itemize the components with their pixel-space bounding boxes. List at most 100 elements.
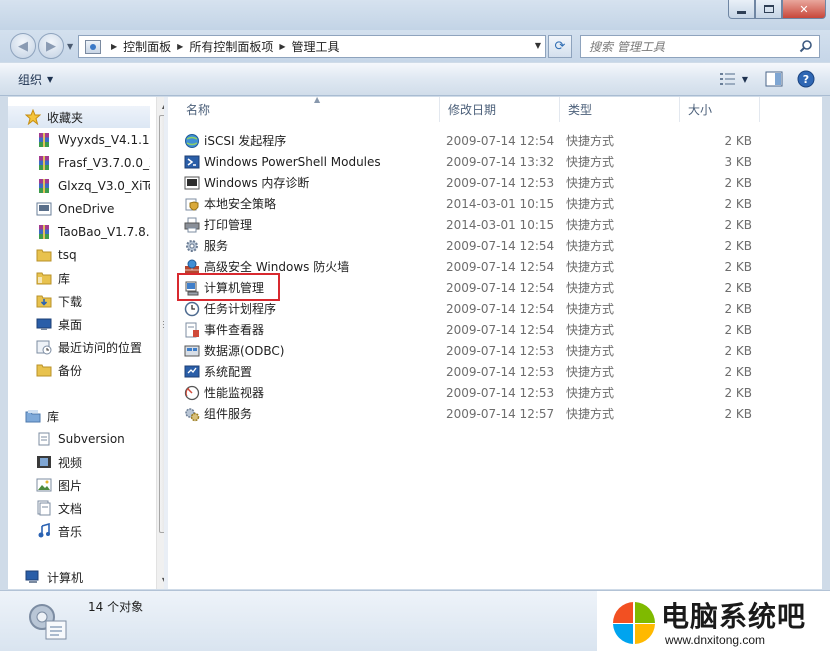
sidebar-item[interactable]: 库	[8, 267, 150, 289]
file-row[interactable]: iSCSI 发起程序 2009-07-14 12:54 快捷方式 2 KB	[178, 130, 768, 151]
file-size: 3 KB	[724, 154, 752, 169]
close-button[interactable]: ✕	[782, 0, 826, 19]
chevron-right-icon[interactable]: ▶	[111, 42, 117, 51]
sidebar-item[interactable]: 下载	[8, 290, 150, 312]
sidebar-item-label: Glxzq_V3.0_XiTo	[58, 179, 150, 193]
details-view-icon	[719, 73, 735, 85]
sidebar-item[interactable]: 音乐	[8, 520, 150, 542]
sidebar-item[interactable]: OneDrive	[8, 198, 150, 220]
file-row[interactable]: 组件服务 2009-07-14 12:57 快捷方式 2 KB	[178, 403, 768, 424]
file-size: 2 KB	[724, 301, 752, 316]
breadcrumb-admin-tools[interactable]: 管理工具	[292, 38, 340, 55]
sidebar-item-label: 收藏夹	[47, 110, 84, 125]
view-options-button[interactable]: ▼	[716, 69, 752, 89]
file-row[interactable]: 打印管理 2014-03-01 10:15 快捷方式 2 KB	[178, 214, 768, 235]
sidebar-item[interactable]: 收藏夹	[8, 106, 150, 128]
sidebar-item[interactable]: Frasf_V3.7.0.0_X	[8, 152, 150, 174]
sidebar-item-label: 桌面	[58, 317, 83, 332]
recent-pages-dropdown-icon[interactable]: ▼	[67, 42, 73, 51]
search-icon[interactable]	[799, 39, 813, 53]
desktop-icon	[36, 316, 52, 332]
nav-scrollbar[interactable]: ▲ ▼	[156, 97, 164, 589]
iscsi-globe-icon	[184, 133, 200, 149]
minimize-button[interactable]	[728, 0, 755, 19]
sidebar-item[interactable]: 计算机	[8, 566, 150, 588]
refresh-button[interactable]: ⟳	[548, 35, 572, 58]
sidebar-item-label: 图片	[58, 478, 83, 493]
search-input[interactable]	[589, 39, 789, 54]
sidebar-item[interactable]: 文档	[8, 497, 150, 519]
file-name-cell: 系统配置	[178, 363, 435, 380]
sidebar-item[interactable]: Wyyxds_V4.1.1.1	[8, 129, 150, 151]
file-row[interactable]: 系统配置 2009-07-14 12:53 快捷方式 2 KB	[178, 361, 768, 382]
watermark-url: www.dnxitong.com	[665, 633, 766, 647]
sidebar-item[interactable]: 桌面	[8, 313, 150, 335]
scroll-down-icon[interactable]: ▼	[157, 572, 164, 589]
sidebar-item[interactable]: 图片	[8, 474, 150, 496]
file-date: 2009-07-14 12:53	[446, 385, 555, 400]
sidebar-item-label: Wyyxds_V4.1.1.1	[58, 133, 150, 147]
column-date-label: 修改日期	[448, 103, 497, 117]
file-row[interactable]: 数据源(ODBC) 2009-07-14 12:53 快捷方式 2 KB	[178, 340, 768, 361]
back-button[interactable]: ◀	[10, 33, 36, 59]
scroll-up-icon[interactable]: ▲	[157, 97, 164, 114]
sidebar-item[interactable]: tsq	[8, 244, 150, 266]
file-name: 数据源(ODBC)	[204, 344, 285, 358]
column-header-date[interactable]: 修改日期	[440, 97, 560, 122]
preview-pane-button[interactable]	[764, 69, 784, 89]
sidebar-item-label: TaoBao_V1.7.8.	[58, 225, 150, 239]
address-bar[interactable]: ▶ 控制面板 ▶ 所有控制面板项 ▶ 管理工具 ▼	[78, 35, 546, 58]
file-row[interactable]: 性能监视器 2009-07-14 12:53 快捷方式 2 KB	[178, 382, 768, 403]
sidebar-item-label: 库	[47, 409, 60, 424]
chevron-right-icon[interactable]: ▶	[177, 42, 183, 51]
file-name-cell: 打印管理	[178, 216, 435, 233]
sidebar-item[interactable]: TaoBao_V1.7.8.	[8, 221, 150, 243]
sort-ascending-icon: ▲	[314, 95, 321, 104]
downloads-folder-icon	[36, 293, 52, 309]
file-date: 2009-07-14 12:57	[446, 406, 555, 421]
sidebar-item[interactable]: Subversion	[8, 428, 150, 450]
chevron-right-icon[interactable]: ▶	[279, 42, 285, 51]
memory-diagnostic-icon	[184, 175, 200, 191]
item-count: 14 个对象	[88, 600, 144, 614]
file-date: 2014-03-01 10:15	[446, 217, 555, 232]
file-type: 快捷方式	[566, 239, 615, 253]
forward-arrow-icon: ▶	[46, 38, 56, 54]
navigation-pane: 收藏夹 Wyyxds_V4.1.1.1 Frasf_V3.7.0.0_X Glxzq_…	[8, 97, 164, 589]
file-row[interactable]: 事件查看器 2009-07-14 12:54 快捷方式 2 KB	[178, 319, 768, 340]
file-type: 快捷方式	[566, 344, 615, 358]
file-type: 快捷方式	[566, 218, 615, 232]
sidebar-item[interactable]: 备份	[8, 359, 150, 381]
breadcrumb-all-items[interactable]: 所有控制面板项	[189, 38, 273, 55]
column-header-size[interactable]: 大小	[680, 97, 760, 122]
file-row[interactable]: 服务 2009-07-14 12:54 快捷方式 2 KB	[178, 235, 768, 256]
file-row[interactable]: Windows 内存诊断 2009-07-14 12:53 快捷方式 2 KB	[178, 172, 768, 193]
file-name-cell: Windows 内存诊断	[178, 174, 435, 191]
file-date: 2009-07-14 12:54	[446, 322, 555, 337]
sidebar-item[interactable]: 最近访问的位置	[8, 336, 150, 358]
file-row[interactable]: 高级安全 Windows 防火墙 2009-07-14 12:54 快捷方式 2 KB	[178, 256, 768, 277]
column-header-name[interactable]: 名称 ▲	[178, 95, 440, 122]
file-size: 2 KB	[724, 238, 752, 253]
maximize-button[interactable]	[755, 0, 782, 19]
close-icon: ✕	[799, 2, 809, 16]
help-button[interactable]: ?	[796, 69, 816, 89]
services-gear-icon	[184, 238, 200, 254]
breadcrumb-control-panel[interactable]: 控制面板	[123, 38, 171, 55]
organize-label: 组织	[18, 73, 43, 87]
file-name-cell: 高级安全 Windows 防火墙	[178, 258, 435, 275]
organize-button[interactable]: 组织 ▼	[18, 71, 53, 88]
file-row[interactable]: Windows PowerShell Modules 2009-07-14 13:…	[178, 151, 768, 172]
address-dropdown-icon[interactable]: ▼	[535, 41, 541, 50]
search-box[interactable]	[580, 35, 820, 58]
file-date: 2009-07-14 12:53	[446, 364, 555, 379]
file-row[interactable]: 本地安全策略 2014-03-01 10:15 快捷方式 2 KB	[178, 193, 768, 214]
sidebar-item[interactable]: Glxzq_V3.0_XiTo	[8, 175, 150, 197]
file-type: 快捷方式	[566, 281, 615, 295]
file-row[interactable]: 任务计划程序 2009-07-14 12:54 快捷方式 2 KB	[178, 298, 768, 319]
column-header-type[interactable]: 类型	[560, 97, 680, 122]
sidebar-item[interactable]: 库	[8, 405, 150, 427]
file-row[interactable]: 计算机管理 2009-07-14 12:54 快捷方式 2 KB	[178, 277, 768, 298]
forward-button[interactable]: ▶	[38, 33, 64, 59]
sidebar-item[interactable]: 视频	[8, 451, 150, 473]
